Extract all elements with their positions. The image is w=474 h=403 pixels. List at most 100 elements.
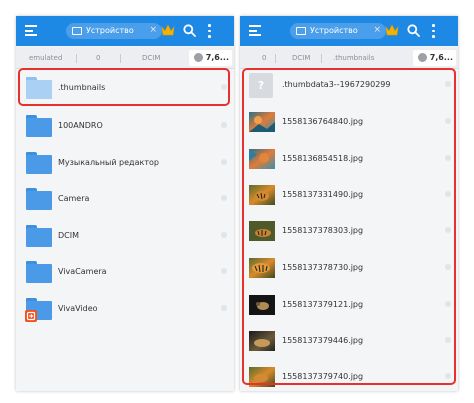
select-indicator[interactable] [445, 191, 451, 197]
list-item-label: VivaVideo [58, 304, 98, 313]
search-icon[interactable] [183, 24, 196, 37]
select-indicator[interactable] [445, 373, 451, 379]
menu-icon[interactable] [249, 24, 261, 37]
image-thumbnail-icon [249, 112, 275, 132]
list-item[interactable]: ? .thumbdata3--1967290299 [240, 70, 458, 106]
tab-device-label: Устройство [310, 26, 358, 35]
list-item[interactable]: 1558136764840.jpg [240, 107, 458, 143]
select-indicator[interactable] [445, 337, 451, 343]
more-options-icon[interactable] [206, 24, 212, 38]
list-item[interactable]: 1558137331490.jpg [240, 180, 458, 216]
storage-pie-icon [193, 53, 203, 62]
crown-icon[interactable] [161, 24, 175, 36]
list-item-label: .thumbdata3--1967290299 [282, 80, 391, 89]
close-tab-icon[interactable]: × [149, 24, 157, 37]
folder-icon [26, 188, 52, 210]
breadcrumb-item[interactable]: 0 [262, 54, 266, 63]
close-tab-icon[interactable]: × [373, 24, 381, 37]
crown-icon[interactable] [385, 24, 399, 36]
list-item-label: Camera [58, 194, 90, 203]
breadcrumb-separator [275, 54, 276, 63]
select-indicator[interactable] [221, 305, 227, 311]
list-item[interactable]: .thumbnails [16, 73, 234, 109]
image-thumbnail-icon [249, 295, 275, 315]
list-item[interactable]: 1558137379446.jpg [240, 326, 458, 362]
breadcrumb-separator [120, 54, 121, 63]
list-item-label: 1558137378730.jpg [282, 263, 364, 272]
list-item-label: 1558137379446.jpg [282, 336, 364, 345]
select-indicator[interactable] [445, 81, 451, 87]
breadcrumb-separator [76, 54, 77, 63]
list-item-label: Музыкальный редактор [58, 158, 159, 167]
breadcrumb-item[interactable]: .thumbnails [333, 54, 374, 63]
right-screen: Устройство × 0 DCIM .thumbnails 7,6... ?… [240, 16, 458, 391]
select-indicator[interactable] [445, 227, 451, 233]
list-item-label: 100ANDRO [58, 121, 103, 130]
image-thumbnail-icon [249, 331, 275, 351]
folder-icon [26, 152, 52, 174]
list-item[interactable]: Музыкальный редактор [16, 148, 234, 184]
menu-icon[interactable] [25, 24, 37, 37]
list-item[interactable]: 1558137379740.jpg [240, 362, 458, 391]
folder-icon [26, 261, 52, 283]
folder-icon [26, 77, 52, 99]
list-item[interactable]: 1558137379121.jpg [240, 290, 458, 326]
toolbar: Устройство × [240, 16, 458, 46]
vivavideo-app-icon [25, 310, 37, 322]
tab-device[interactable]: Устройство × [290, 23, 386, 39]
storage-free-label: 7,6... [205, 53, 229, 62]
storage-indicator[interactable]: 7,6... [188, 50, 232, 66]
device-icon [296, 27, 306, 35]
select-indicator[interactable] [445, 264, 451, 270]
breadcrumb: emulated 0 DCIM 7,6... [16, 47, 234, 69]
list-item-label: 1558137378303.jpg [282, 226, 364, 235]
search-icon[interactable] [407, 24, 420, 37]
breadcrumb-separator [321, 54, 322, 63]
select-indicator[interactable] [445, 301, 451, 307]
more-options-icon[interactable] [430, 24, 436, 38]
select-indicator[interactable] [221, 268, 227, 274]
select-indicator[interactable] [221, 84, 227, 90]
toolbar: Устройство × [16, 16, 234, 46]
list-item[interactable]: 1558137378303.jpg [240, 216, 458, 252]
list-item-label: 1558137379121.jpg [282, 300, 364, 309]
image-thumbnail-icon [249, 221, 275, 241]
tab-device-label: Устройство [86, 26, 134, 35]
list-item[interactable]: 1558137378730.jpg [240, 253, 458, 289]
select-indicator[interactable] [445, 118, 451, 124]
list-item[interactable]: VivaVideo [16, 294, 234, 330]
list-item[interactable]: DCIM [16, 221, 234, 257]
list-item[interactable]: VivaCamera [16, 257, 234, 293]
select-indicator[interactable] [445, 155, 451, 161]
tab-device[interactable]: Устройство × [66, 23, 162, 39]
select-indicator[interactable] [221, 232, 227, 238]
breadcrumb-item[interactable]: DCIM [142, 54, 160, 63]
storage-free-label: 7,6... [429, 53, 453, 62]
list-item[interactable]: Camera [16, 184, 234, 220]
unknown-file-icon: ? [249, 73, 273, 98]
storage-pie-icon [417, 53, 427, 62]
list-item-label: VivaCamera [58, 267, 107, 276]
select-indicator[interactable] [221, 195, 227, 201]
folder-icon [26, 225, 52, 247]
storage-indicator[interactable]: 7,6... [412, 50, 456, 66]
list-item[interactable]: 100ANDRO [16, 111, 234, 147]
breadcrumb-item[interactable]: 0 [96, 54, 100, 63]
breadcrumb-item[interactable]: emulated [29, 54, 62, 63]
list-item-label: 1558136854518.jpg [282, 154, 364, 163]
breadcrumb: 0 DCIM .thumbnails 7,6... [240, 47, 458, 69]
select-indicator[interactable] [221, 159, 227, 165]
image-thumbnail-icon [249, 185, 275, 205]
image-thumbnail-icon [249, 258, 275, 278]
breadcrumb-item[interactable]: DCIM [292, 54, 310, 63]
image-thumbnail-icon [249, 149, 275, 169]
list-item-label: .thumbnails [58, 83, 106, 92]
list-item[interactable]: 1558136854518.jpg [240, 144, 458, 180]
list-item-label: 1558137379740.jpg [282, 372, 364, 381]
list-item-label: DCIM [58, 231, 80, 240]
folder-icon [25, 298, 52, 322]
folder-icon [26, 115, 52, 137]
select-indicator[interactable] [221, 122, 227, 128]
list-item-label: 1558136764840.jpg [282, 117, 364, 126]
image-thumbnail-icon [249, 367, 275, 387]
